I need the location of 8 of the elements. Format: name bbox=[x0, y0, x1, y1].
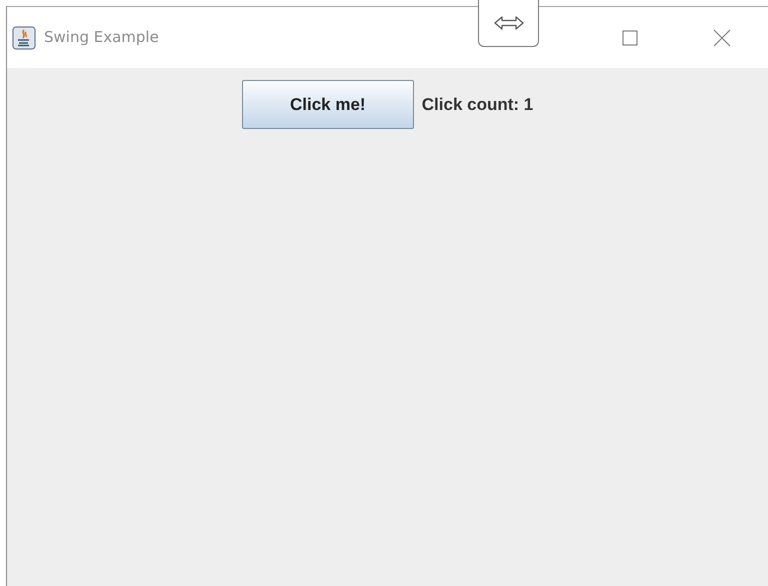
close-icon[interactable] bbox=[713, 28, 731, 46]
click-count-label: Click count: 1 bbox=[422, 94, 534, 116]
click-me-button[interactable]: Click me! bbox=[242, 80, 414, 129]
resize-handle[interactable] bbox=[478, 0, 539, 47]
window-title: Swing Example bbox=[44, 27, 159, 48]
double-arrow-icon bbox=[494, 16, 524, 30]
java-app-icon bbox=[12, 26, 36, 50]
maximize-icon[interactable] bbox=[622, 30, 638, 46]
